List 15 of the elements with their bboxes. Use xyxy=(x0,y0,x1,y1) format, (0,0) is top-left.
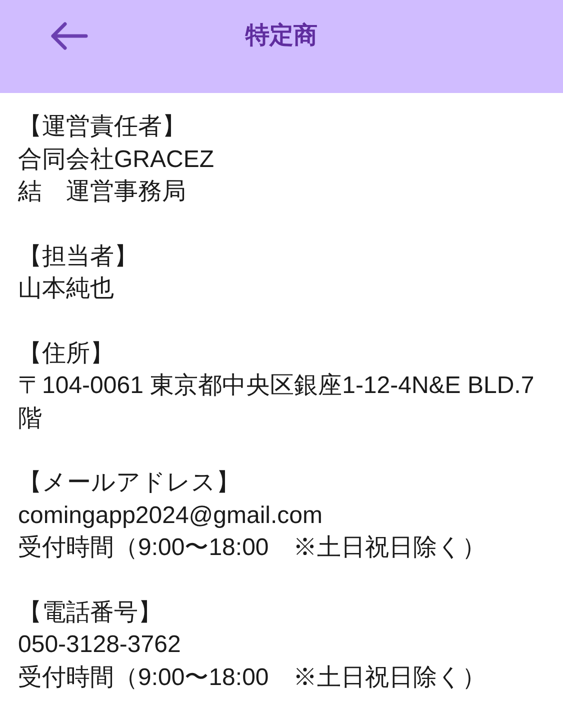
section-text: comingapp2024@gmail.com xyxy=(18,500,324,530)
section-heading: 【電話番号】 xyxy=(18,598,163,628)
page-title: 特定商 xyxy=(246,20,318,50)
section-heading: 【担当者】 xyxy=(18,242,139,272)
section-text: 結 運営事務局 xyxy=(18,177,187,207)
section-text: 〒104-0061 東京都中央区銀座1-12-4N&E BLD.7階 xyxy=(18,371,536,434)
section-heading: 【メールアドレス】 xyxy=(18,468,241,498)
section-text: 受付時間（9:00〜18:00 ※土日祝日除く） xyxy=(18,533,487,563)
section-text: 山本純也 xyxy=(18,274,115,304)
section-heading: 【住所】 xyxy=(18,338,115,368)
section-text: 合同会社GRACEZ xyxy=(18,144,216,174)
section-heading: 【運営責任者】 xyxy=(18,112,187,142)
back-arrow-icon xyxy=(50,21,88,51)
section-text: 050-3128-3762 xyxy=(18,630,182,660)
section-text: 受付時間（9:00〜18:00 ※土日祝日除く） xyxy=(18,662,487,692)
